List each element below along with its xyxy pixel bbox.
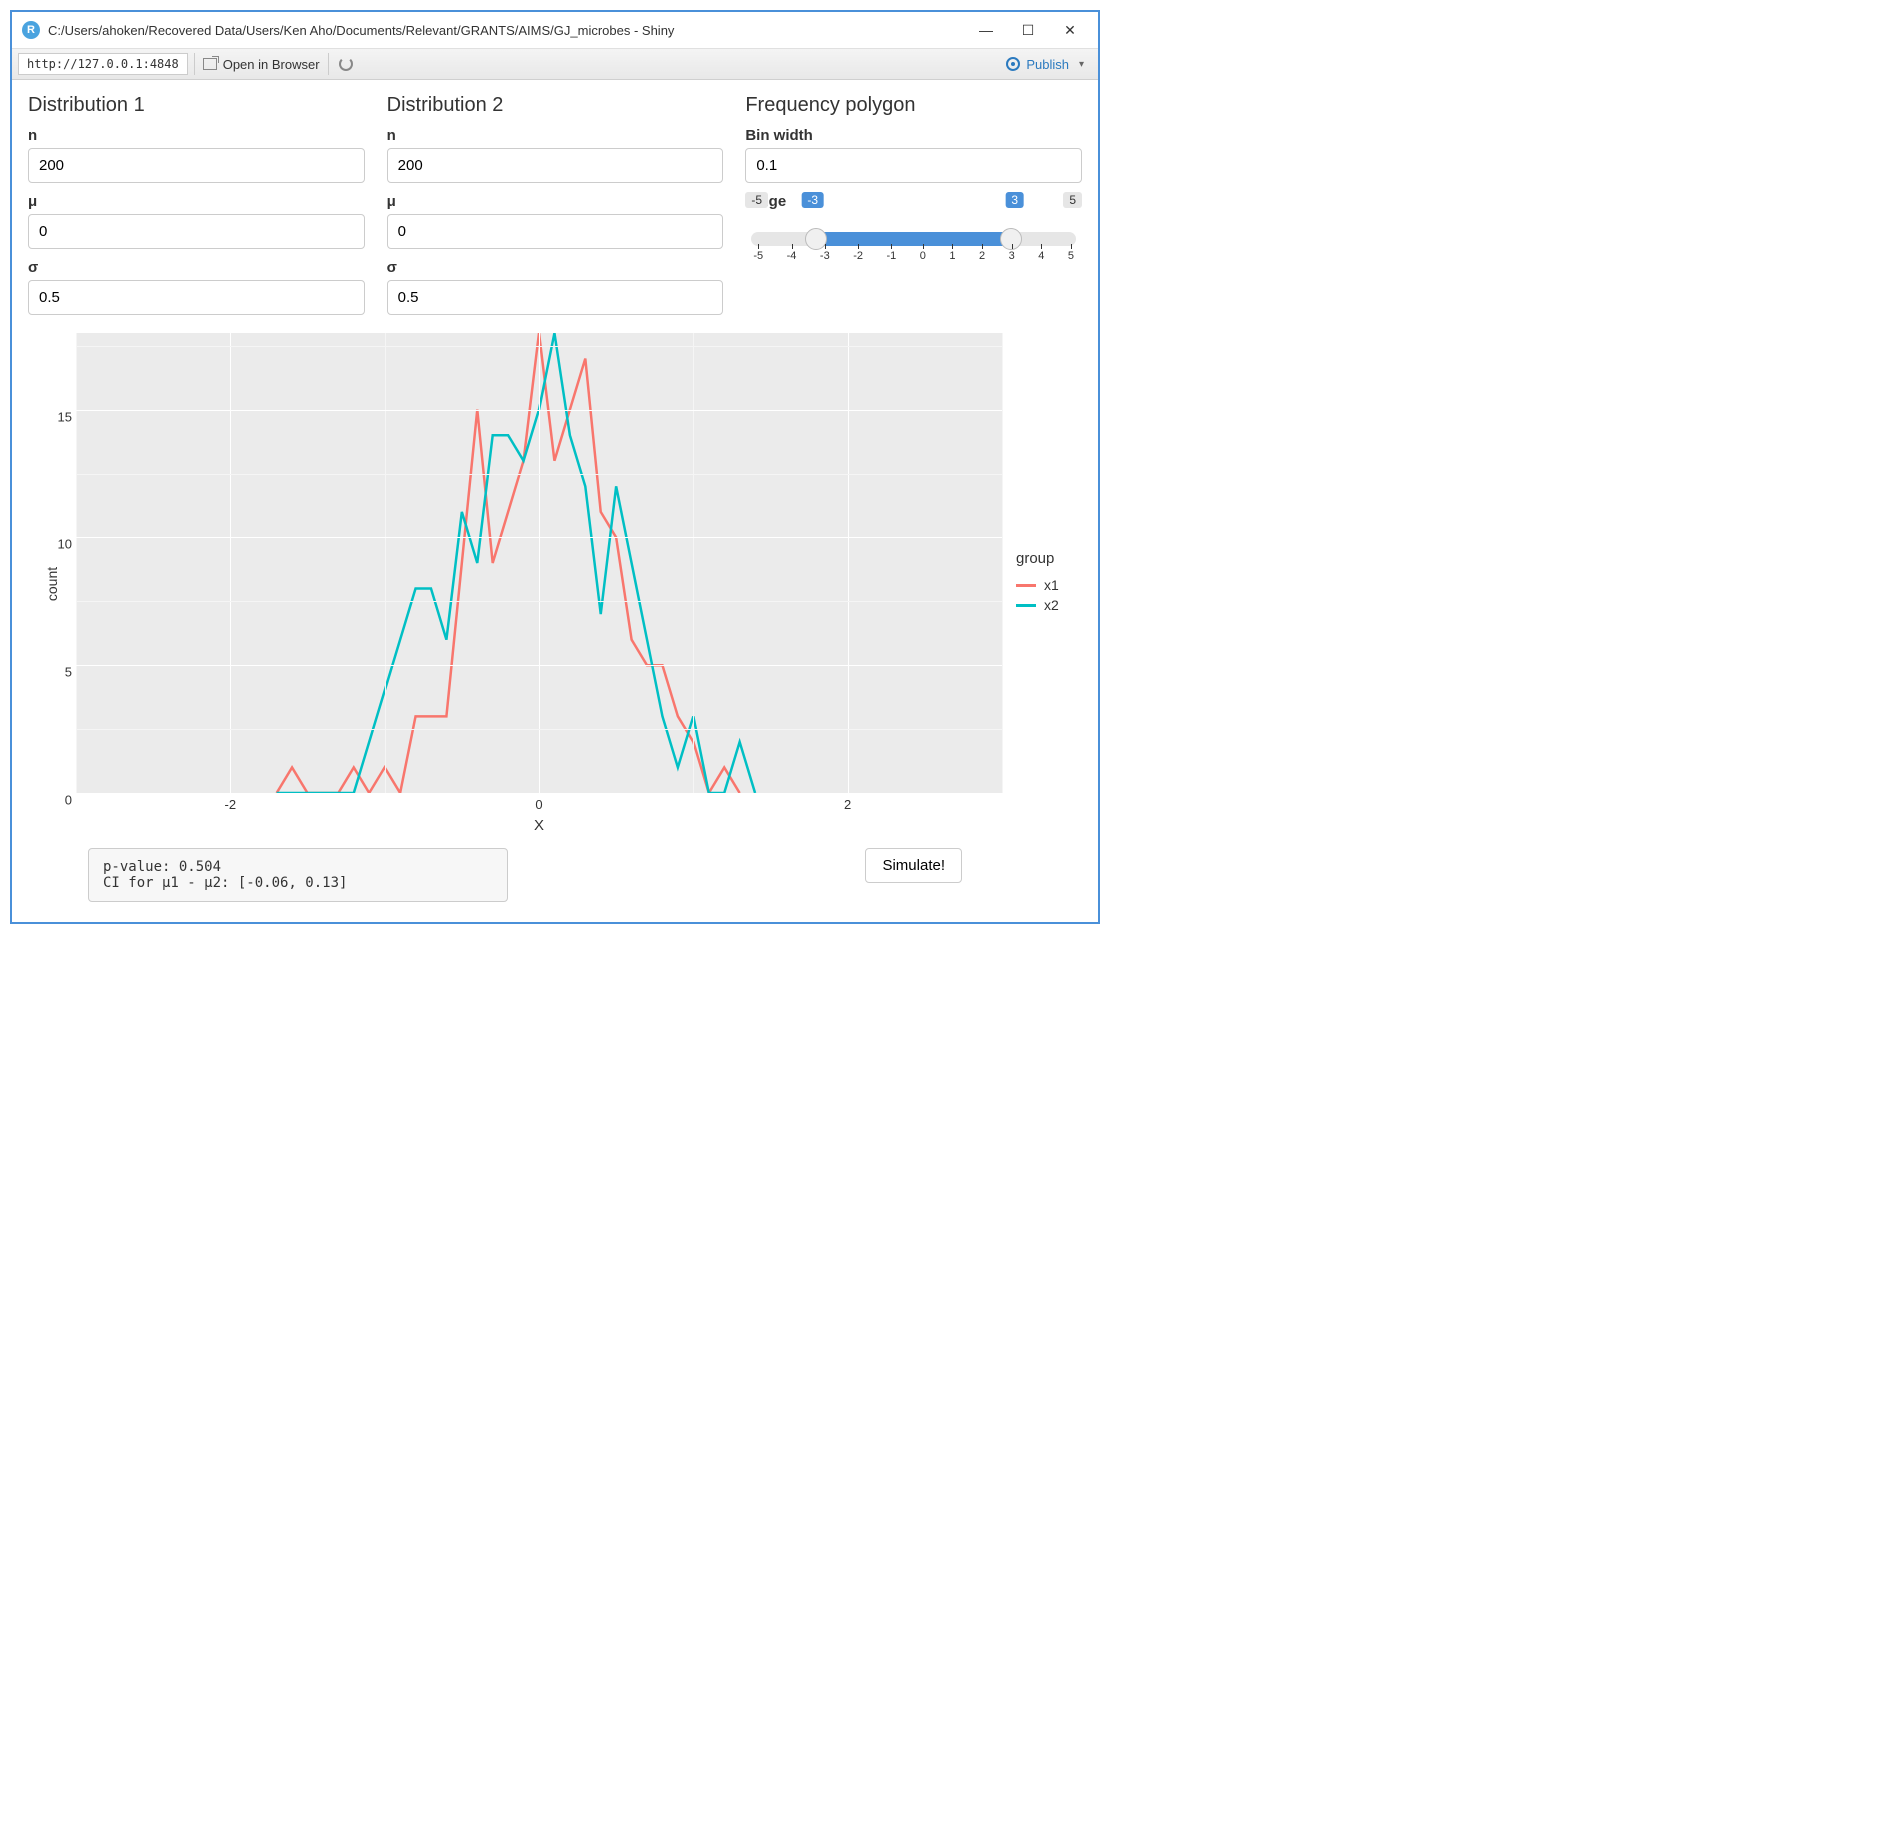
range-max-badge: 5 bbox=[1063, 192, 1082, 208]
bin-width-label: Bin width bbox=[745, 127, 1082, 144]
dist2-heading: Distribution 2 bbox=[387, 94, 724, 117]
results-box: p-value: 0.504 CI for μ1 - μ2: [-0.06, 0… bbox=[88, 848, 508, 902]
open-external-icon bbox=[203, 58, 217, 70]
result-pvalue: p-value: 0.504 bbox=[103, 859, 493, 875]
x-axis: -202 bbox=[76, 793, 1002, 815]
dist2-sigma-label: σ bbox=[387, 259, 724, 276]
refresh-button[interactable] bbox=[328, 53, 363, 75]
open-in-browser-button[interactable]: Open in Browser bbox=[194, 53, 328, 75]
dist1-mu-input[interactable] bbox=[28, 214, 365, 249]
dist1-sigma-label: σ bbox=[28, 259, 365, 276]
dist1-n-input[interactable] bbox=[28, 148, 365, 183]
legend-title: group bbox=[1016, 550, 1082, 567]
legend-item-x1: x1 bbox=[1016, 577, 1082, 593]
dist2-mu-label: μ bbox=[387, 193, 724, 210]
range-lo-badge: -3 bbox=[801, 192, 824, 208]
maximize-button[interactable]: ☐ bbox=[1016, 18, 1040, 42]
bin-width-input[interactable] bbox=[745, 148, 1082, 183]
r-app-icon: R bbox=[22, 21, 40, 39]
dist1-mu-label: μ bbox=[28, 193, 365, 210]
range-slider[interactable]: -5 5 -3 3 -5-4-3-2-1012345 bbox=[745, 214, 1082, 262]
simulate-button[interactable]: Simulate! bbox=[865, 848, 962, 883]
legend-item-x2: x2 bbox=[1016, 597, 1082, 613]
chart-area: count 051015 -202 X group x1x2 bbox=[28, 333, 1082, 834]
dist2-n-label: n bbox=[387, 127, 724, 144]
x-axis-label: X bbox=[76, 817, 1002, 834]
window-title: C:/Users/ahoken/Recovered Data/Users/Ken… bbox=[48, 23, 974, 38]
dist1-sigma-input[interactable] bbox=[28, 280, 365, 315]
legend-swatch bbox=[1016, 584, 1036, 587]
publish-icon bbox=[1006, 57, 1020, 71]
dist2-sigma-input[interactable] bbox=[387, 280, 724, 315]
legend-label: x1 bbox=[1044, 577, 1059, 593]
range-label: range bbox=[745, 193, 1082, 210]
publish-label: Publish bbox=[1026, 57, 1069, 72]
open-in-browser-label: Open in Browser bbox=[223, 57, 320, 72]
close-button[interactable]: ✕ bbox=[1058, 18, 1082, 42]
legend-label: x2 bbox=[1044, 597, 1059, 613]
legend: group x1 x2 bbox=[1002, 333, 1082, 834]
toolbar: http://127.0.0.1:4848 Open in Browser Pu… bbox=[12, 49, 1098, 80]
dist2-panel: Distribution 2 n μ σ bbox=[387, 90, 724, 315]
minimize-button[interactable]: — bbox=[974, 18, 998, 42]
dist1-n-label: n bbox=[28, 127, 365, 144]
dist2-mu-input[interactable] bbox=[387, 214, 724, 249]
freq-heading: Frequency polygon bbox=[745, 94, 1082, 117]
result-ci: CI for μ1 - μ2: [-0.06, 0.13] bbox=[103, 875, 493, 891]
freq-panel: Frequency polygon Bin width range -5 5 -… bbox=[745, 90, 1082, 315]
titlebar: R C:/Users/ahoken/Recovered Data/Users/K… bbox=[12, 12, 1098, 49]
dist1-heading: Distribution 1 bbox=[28, 94, 365, 117]
refresh-icon bbox=[339, 57, 353, 71]
range-ticks: -5-4-3-2-1012345 bbox=[751, 250, 1076, 262]
dist2-n-input[interactable] bbox=[387, 148, 724, 183]
address-bar[interactable]: http://127.0.0.1:4848 bbox=[18, 53, 188, 75]
publish-button[interactable]: Publish ▾ bbox=[998, 55, 1092, 74]
chevron-down-icon: ▾ bbox=[1079, 59, 1084, 70]
range-hi-badge: 3 bbox=[1005, 192, 1024, 208]
dist1-panel: Distribution 1 n μ σ bbox=[28, 90, 365, 315]
frequency-plot: 051015 bbox=[76, 333, 1002, 793]
app-window: R C:/Users/ahoken/Recovered Data/Users/K… bbox=[10, 10, 1100, 924]
range-min-badge: -5 bbox=[745, 192, 768, 208]
legend-swatch bbox=[1016, 604, 1036, 607]
